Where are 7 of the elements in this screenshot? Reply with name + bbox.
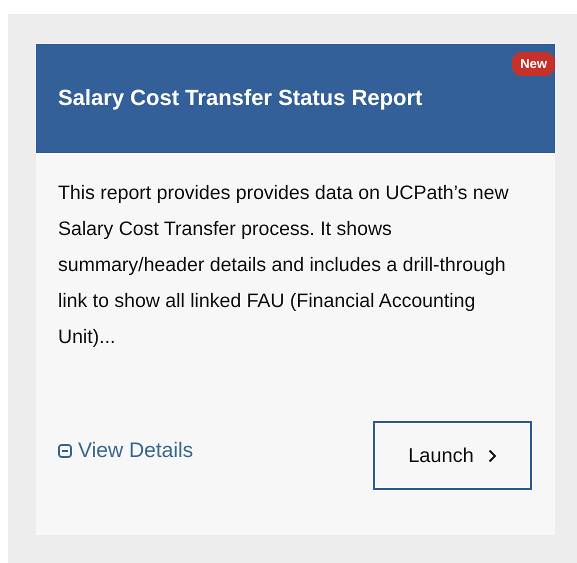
chevron-icon — [488, 448, 497, 462]
view-details-link[interactable]: View Details — [58, 434, 194, 466]
report-description: This report provides provides data on UCPath’s new Salary Cost Transfer process. It shows summary/header details and includes a drill-through link to show all linked FAU (Financial Accounting Unit)... — [57, 181, 510, 350]
launch-button[interactable]: Launch — [373, 421, 532, 490]
report-title: Salary Cost Transfer Status Report — [58, 85, 422, 112]
new-badge: New — [512, 52, 555, 76]
document-icon — [58, 444, 72, 458]
